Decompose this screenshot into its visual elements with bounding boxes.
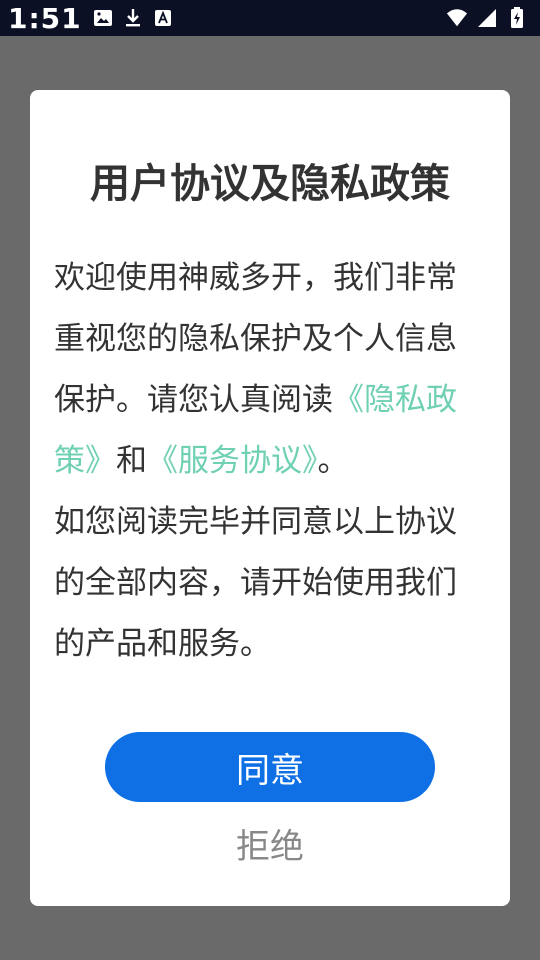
a-icon [152, 7, 174, 29]
status-time: 1:51 [8, 1, 82, 35]
system-icons [446, 7, 528, 29]
battery-icon [506, 7, 528, 29]
privacy-dialog: 用户协议及隐私政策 欢迎使用神威多开，我们非常重视您的隐私保护及个人信息保护。请… [30, 90, 510, 906]
body-text-and: 和 [116, 443, 147, 479]
status-bar: 1:51 [0, 0, 540, 36]
image-icon [92, 7, 114, 29]
reject-button[interactable]: 拒绝 [170, 822, 370, 872]
body-text-period: 。 [317, 443, 349, 479]
service-agreement-link[interactable]: 《服务协议》 [147, 443, 318, 479]
notification-icons [92, 7, 174, 29]
wifi-icon [446, 7, 468, 29]
download-icon [122, 7, 144, 29]
signal-icon [476, 7, 498, 29]
agree-button[interactable]: 同意 [105, 732, 435, 802]
dialog-body: 欢迎使用神威多开，我们非常重视您的隐私保护及个人信息保护。请您认真阅读《隐私政策… [54, 248, 484, 675]
status-left: 1:51 [8, 2, 174, 35]
dialog-title: 用户协议及隐私政策 [90, 161, 450, 207]
body-text-consent: 如您阅读完毕并同意以上协议的全部内容，请开始使用我们的产品和服务。 [54, 504, 457, 662]
